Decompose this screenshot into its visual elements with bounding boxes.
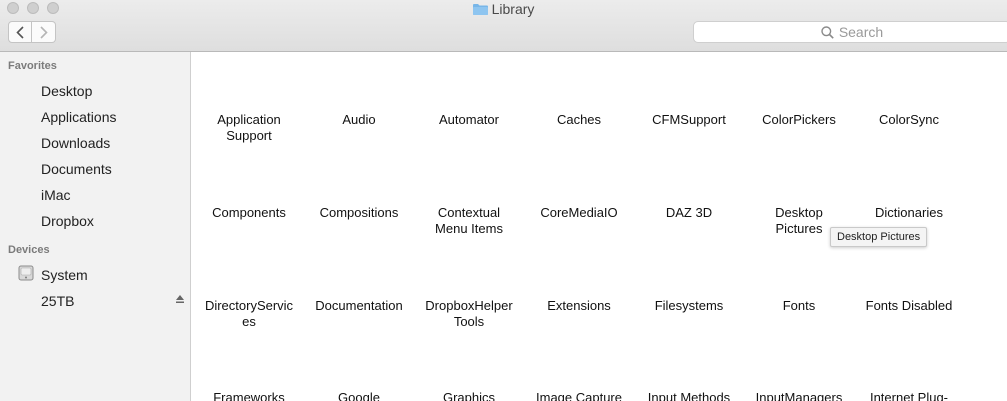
search-placeholder: Search xyxy=(838,24,884,40)
folder-icon xyxy=(472,4,488,15)
sidebar-item-documents[interactable]: Documents xyxy=(41,161,112,177)
folder-item[interactable]: DAZ 3D xyxy=(637,205,741,221)
folder-item[interactable]: Image Capture xyxy=(527,390,631,401)
sidebar-item-downloads[interactable]: Downloads xyxy=(41,135,110,151)
sidebar-item-desktop[interactable]: Desktop xyxy=(41,83,92,99)
folder-item[interactable]: Extensions xyxy=(527,298,631,314)
folder-item[interactable]: Documentation xyxy=(307,298,411,314)
folder-item[interactable]: Audio xyxy=(307,112,411,128)
folder-item[interactable]: ColorSync xyxy=(857,112,961,128)
folder-item[interactable]: Fonts Disabled xyxy=(857,298,961,314)
sidebar-heading-favorites: Favorites xyxy=(8,60,57,72)
folder-item[interactable]: Internet Plug- xyxy=(857,390,961,401)
chevron-right-icon xyxy=(39,25,48,39)
sidebar-item-imac[interactable]: iMac xyxy=(41,187,71,203)
sidebar-heading-devices: Devices xyxy=(8,244,50,256)
forward-button[interactable] xyxy=(32,21,56,43)
window-toolbar: Library Search xyxy=(0,0,1007,52)
folder-item[interactable]: InputManagers xyxy=(747,390,851,401)
chevron-left-icon xyxy=(16,25,24,39)
folder-item[interactable]: Input Methods xyxy=(637,390,741,401)
folder-item[interactable]: Compositions xyxy=(307,205,411,221)
window-title-text: Library xyxy=(491,1,535,17)
folder-item[interactable]: Automator xyxy=(417,112,521,128)
folder-item[interactable]: Contextual Menu Items xyxy=(417,205,521,237)
search-input[interactable]: Search xyxy=(693,21,1007,43)
folder-item[interactable]: Graphics xyxy=(417,390,521,401)
sidebar-item-applications[interactable]: Applications xyxy=(41,109,117,125)
sidebar-item-dropbox[interactable]: Dropbox xyxy=(41,213,94,229)
navigation-buttons xyxy=(8,21,56,43)
eject-icon[interactable] xyxy=(175,294,185,304)
search-icon xyxy=(821,25,834,39)
sidebar: Favorites Desktop Applications Downloads… xyxy=(0,52,191,401)
folder-item[interactable]: Google xyxy=(307,390,411,401)
folder-item[interactable]: DirectoryServic es xyxy=(197,298,301,330)
folder-item[interactable]: Application Support xyxy=(197,112,301,144)
sidebar-item-25tb[interactable]: 25TB xyxy=(41,293,74,309)
tooltip: Desktop Pictures xyxy=(830,227,928,247)
folder-item[interactable]: Filesystems xyxy=(637,298,741,314)
window-title: Library xyxy=(0,1,1007,17)
folder-item[interactable]: CoreMediaIO xyxy=(527,205,631,221)
folder-item[interactable]: CFMSupport xyxy=(637,112,741,128)
hard-drive-icon xyxy=(18,265,34,281)
folder-item[interactable]: Dictionaries xyxy=(857,205,961,221)
folder-item[interactable]: Fonts xyxy=(747,298,851,314)
back-button[interactable] xyxy=(8,21,32,43)
folder-item[interactable]: Caches xyxy=(527,112,631,128)
folder-item[interactable]: DropboxHelper Tools xyxy=(417,298,521,330)
folder-item[interactable]: Components xyxy=(197,205,301,221)
folder-item[interactable]: Frameworks xyxy=(197,390,301,401)
folder-item[interactable]: ColorPickers xyxy=(747,112,851,128)
sidebar-item-system[interactable]: System xyxy=(41,267,88,283)
